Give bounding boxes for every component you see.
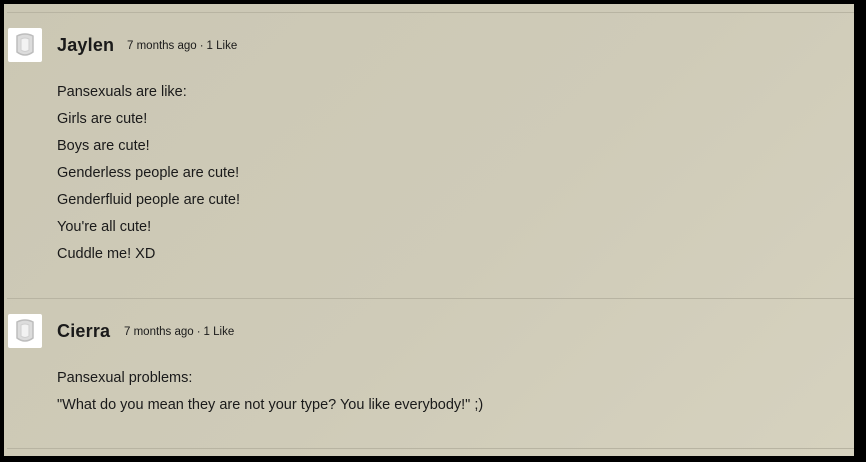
comment-timestamp[interactable]: 7 months ago [127, 40, 197, 52]
comment-meta: 7 months ago · 1 Like [124, 326, 234, 338]
comment-body: Pansexuals are like: Girls are cute! Boy… [57, 79, 240, 268]
comment-line: Pansexuals are like: [57, 84, 187, 100]
comment-meta: 7 months ago · 1 Like [127, 40, 237, 52]
comments-panel: Jaylen 7 months ago · 1 Like Pansexuals ar… [4, 4, 854, 456]
meta-separator: · [199, 40, 204, 52]
avatar[interactable] [8, 28, 42, 62]
comment-line: Genderfluid people are cute! [57, 192, 240, 208]
comment-line: Boys are cute! [57, 138, 150, 154]
like-count[interactable]: 1 Like [204, 326, 235, 338]
divider [7, 12, 854, 13]
like-count[interactable]: 1 Like [207, 40, 238, 52]
comment-line: Girls are cute! [57, 111, 148, 127]
comment-line: Genderless people are cute! [57, 165, 240, 181]
comment-line: Cuddle me! XD [57, 246, 156, 262]
meta-separator: · [196, 326, 201, 338]
comment-author[interactable]: Jaylen [57, 35, 114, 56]
user-silhouette-icon [16, 319, 34, 342]
comment-line: You're all cute! [57, 219, 152, 235]
comment-timestamp[interactable]: 7 months ago [124, 326, 194, 338]
divider [7, 448, 854, 449]
user-silhouette-icon [16, 33, 34, 56]
divider [7, 298, 854, 299]
avatar[interactable] [8, 314, 42, 348]
comment-body: Pansexual problems: "What do you mean th… [57, 365, 483, 419]
comment-line: Pansexual problems: [57, 370, 193, 386]
comment-author[interactable]: Cierra [57, 321, 110, 342]
comment-line: "What do you mean they are not your type… [57, 397, 484, 413]
